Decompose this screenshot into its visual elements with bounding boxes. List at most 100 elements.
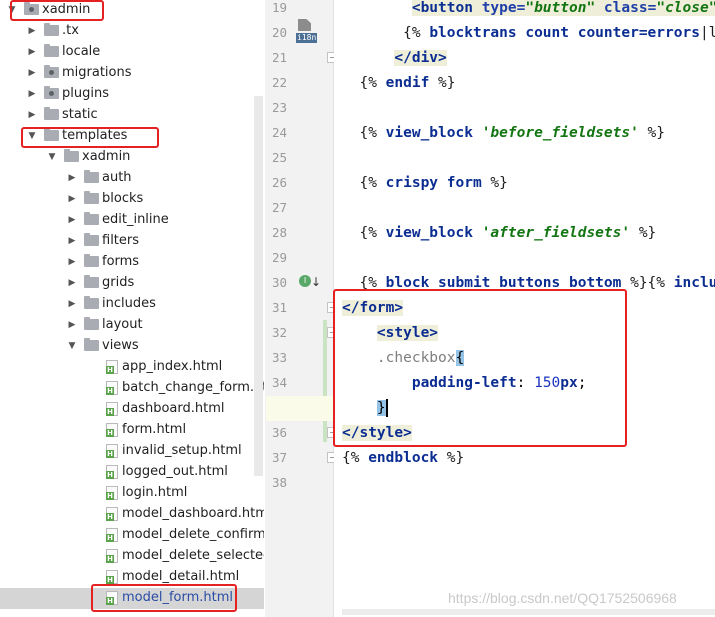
code-line[interactable]: {% endblock %} bbox=[342, 446, 464, 471]
line-number: 22 bbox=[271, 75, 287, 90]
tree-item-label: forms bbox=[102, 254, 140, 269]
tree-folder-item[interactable]: ▶ plugins bbox=[0, 84, 264, 105]
project-tree: ▼ xadmin ▶ .tx ▶ locale ▶ migrations ▶ plugins ▶ st… bbox=[0, 0, 264, 617]
html-file-icon: H bbox=[106, 486, 118, 500]
tree-file-item[interactable]: Hmodel_delete_confirm.ht bbox=[0, 525, 264, 546]
code-token: %}{% bbox=[621, 275, 674, 291]
chevron-right-icon[interactable]: ▶ bbox=[67, 318, 77, 332]
tree-item-label: blocks bbox=[102, 191, 144, 206]
tree-folder-item[interactable]: ▶ static bbox=[0, 105, 264, 126]
i18n-page-glyph bbox=[298, 19, 311, 31]
tree-file-item[interactable]: Hlogin.html bbox=[0, 483, 264, 504]
code-line[interactable]: {% view_block 'after_fieldsets' %} bbox=[342, 221, 656, 246]
tree-item-label: static bbox=[62, 107, 98, 122]
line-number: 30 bbox=[271, 275, 287, 290]
watermark-text: https://blog.csdn.net/QQ1752506968 bbox=[448, 590, 677, 606]
line-number: 19 bbox=[271, 0, 287, 15]
code-token: 'before_fieldsets' bbox=[481, 125, 639, 141]
line-number: 36 bbox=[271, 425, 287, 440]
code-token: view_block bbox=[385, 225, 482, 241]
tree-file-item[interactable]: Hmodel_dashboard.html bbox=[0, 504, 264, 525]
tree-item-label: model_dashboard.html bbox=[122, 506, 264, 521]
code-token: {% bbox=[342, 25, 430, 41]
tree-file-item[interactable]: Hlogged_out.html bbox=[0, 462, 264, 483]
folder-icon bbox=[84, 170, 99, 183]
tree-file-item[interactable]: Hdashboard.html bbox=[0, 399, 264, 420]
tree-file-item[interactable]: Hmodel_delete_selected_c bbox=[0, 546, 264, 567]
chevron-right-icon[interactable]: ▶ bbox=[27, 45, 37, 59]
tree-item-label: locale bbox=[62, 44, 101, 59]
tree-folder-item[interactable]: ▶ forms bbox=[0, 252, 264, 273]
chevron-right-icon[interactable]: ▶ bbox=[27, 66, 37, 80]
tree-folder-item[interactable]: ▶ locale bbox=[0, 42, 264, 63]
tree-item-label: model_detail.html bbox=[122, 569, 240, 584]
chevron-right-icon[interactable]: ▶ bbox=[67, 234, 77, 248]
code-line[interactable]: {% crispy form %} bbox=[342, 171, 507, 196]
tree-folder-item[interactable]: ▶ auth bbox=[0, 168, 264, 189]
tree-folder-item[interactable]: ▶ includes bbox=[0, 294, 264, 315]
code-line[interactable]: {% view_block 'before_fieldsets' %} bbox=[342, 121, 665, 146]
chevron-right-icon[interactable]: ▶ bbox=[67, 213, 77, 227]
code-token: %} bbox=[630, 225, 657, 241]
code-line[interactable]: <button type="button" class="close" bbox=[342, 0, 715, 21]
i18n-icon[interactable]: i18n bbox=[296, 19, 318, 43]
tree-folder-item[interactable]: ▼ xadmin bbox=[0, 147, 264, 168]
tree-folder-item[interactable]: ▶ layout bbox=[0, 315, 264, 336]
tree-file-item[interactable]: Hbatch_change_form.html bbox=[0, 378, 264, 399]
code-token: view_block bbox=[385, 125, 482, 141]
highlight-box-xadmin bbox=[10, 0, 104, 21]
code-line[interactable]: </div> bbox=[342, 46, 447, 71]
html-file-icon: H bbox=[106, 381, 118, 395]
chevron-right-icon[interactable]: ▶ bbox=[27, 108, 37, 122]
folder-dot-icon bbox=[44, 86, 59, 99]
tree-item-label: app_index.html bbox=[122, 359, 223, 374]
folder-icon bbox=[84, 338, 99, 351]
tree-folder-item[interactable]: ▶ blocks bbox=[0, 189, 264, 210]
code-token: {% bbox=[342, 450, 369, 466]
tree-item-label: invalid_setup.html bbox=[122, 443, 242, 458]
code-line[interactable]: {% endif %} bbox=[342, 71, 455, 96]
tree-folder-item[interactable]: ▶ migrations bbox=[0, 63, 264, 84]
html-file-icon: H bbox=[106, 507, 118, 521]
tree-folder-item[interactable]: ▶ grids bbox=[0, 273, 264, 294]
code-token: <button bbox=[411, 0, 482, 16]
line-number: 38 bbox=[271, 475, 287, 490]
html-file-icon: H bbox=[106, 423, 118, 437]
tree-folder-item[interactable]: ▶ edit_inline bbox=[0, 210, 264, 231]
chevron-right-icon[interactable]: ▶ bbox=[67, 192, 77, 206]
code-token: </div> bbox=[394, 50, 447, 66]
chevron-down-icon[interactable]: ▼ bbox=[67, 339, 77, 353]
chevron-right-icon[interactable]: ▶ bbox=[67, 297, 77, 311]
code-line[interactable]: {% blocktrans count counter=errors|le bbox=[342, 21, 715, 46]
override-marker-icon[interactable]: I ↓ bbox=[299, 275, 321, 291]
chevron-down-icon[interactable]: ▼ bbox=[47, 150, 57, 164]
tree-folder-item[interactable]: ▼ views bbox=[0, 336, 264, 357]
tree-file-item[interactable]: Happ_index.html bbox=[0, 357, 264, 378]
tree-file-item[interactable]: Hinvalid_setup.html bbox=[0, 441, 264, 462]
folder-icon bbox=[84, 191, 99, 204]
html-file-icon: H bbox=[106, 465, 118, 479]
tree-item-label: logged_out.html bbox=[122, 464, 228, 479]
chevron-right-icon[interactable]: ▶ bbox=[67, 255, 77, 269]
folder-icon bbox=[44, 23, 59, 36]
code-token: blocktrans count counter=errors bbox=[429, 25, 700, 41]
vcs-change-bar[interactable] bbox=[323, 320, 327, 442]
highlight-box-style-block bbox=[333, 289, 627, 447]
tree-file-item[interactable]: Hform.html bbox=[0, 420, 264, 441]
editor-horizontal-scrollbar[interactable] bbox=[342, 609, 715, 615]
chevron-right-icon[interactable]: ▶ bbox=[27, 87, 37, 101]
tree-scrollbar[interactable] bbox=[254, 96, 263, 476]
tree-item-label: views bbox=[102, 338, 139, 353]
chevron-right-icon[interactable]: ▶ bbox=[67, 276, 77, 290]
code-token: "button" bbox=[525, 0, 604, 16]
line-number: 29 bbox=[271, 250, 287, 265]
html-file-icon: H bbox=[106, 444, 118, 458]
chevron-right-icon[interactable]: ▶ bbox=[67, 171, 77, 185]
line-number: 28 bbox=[271, 225, 287, 240]
i18n-badge: i18n bbox=[296, 33, 318, 43]
chevron-right-icon[interactable]: ▶ bbox=[27, 24, 37, 38]
tree-folder-item[interactable]: ▶ .tx bbox=[0, 21, 264, 42]
folder-dot-icon bbox=[44, 65, 59, 78]
tree-folder-item[interactable]: ▶ filters bbox=[0, 231, 264, 252]
folder-icon bbox=[44, 107, 59, 120]
